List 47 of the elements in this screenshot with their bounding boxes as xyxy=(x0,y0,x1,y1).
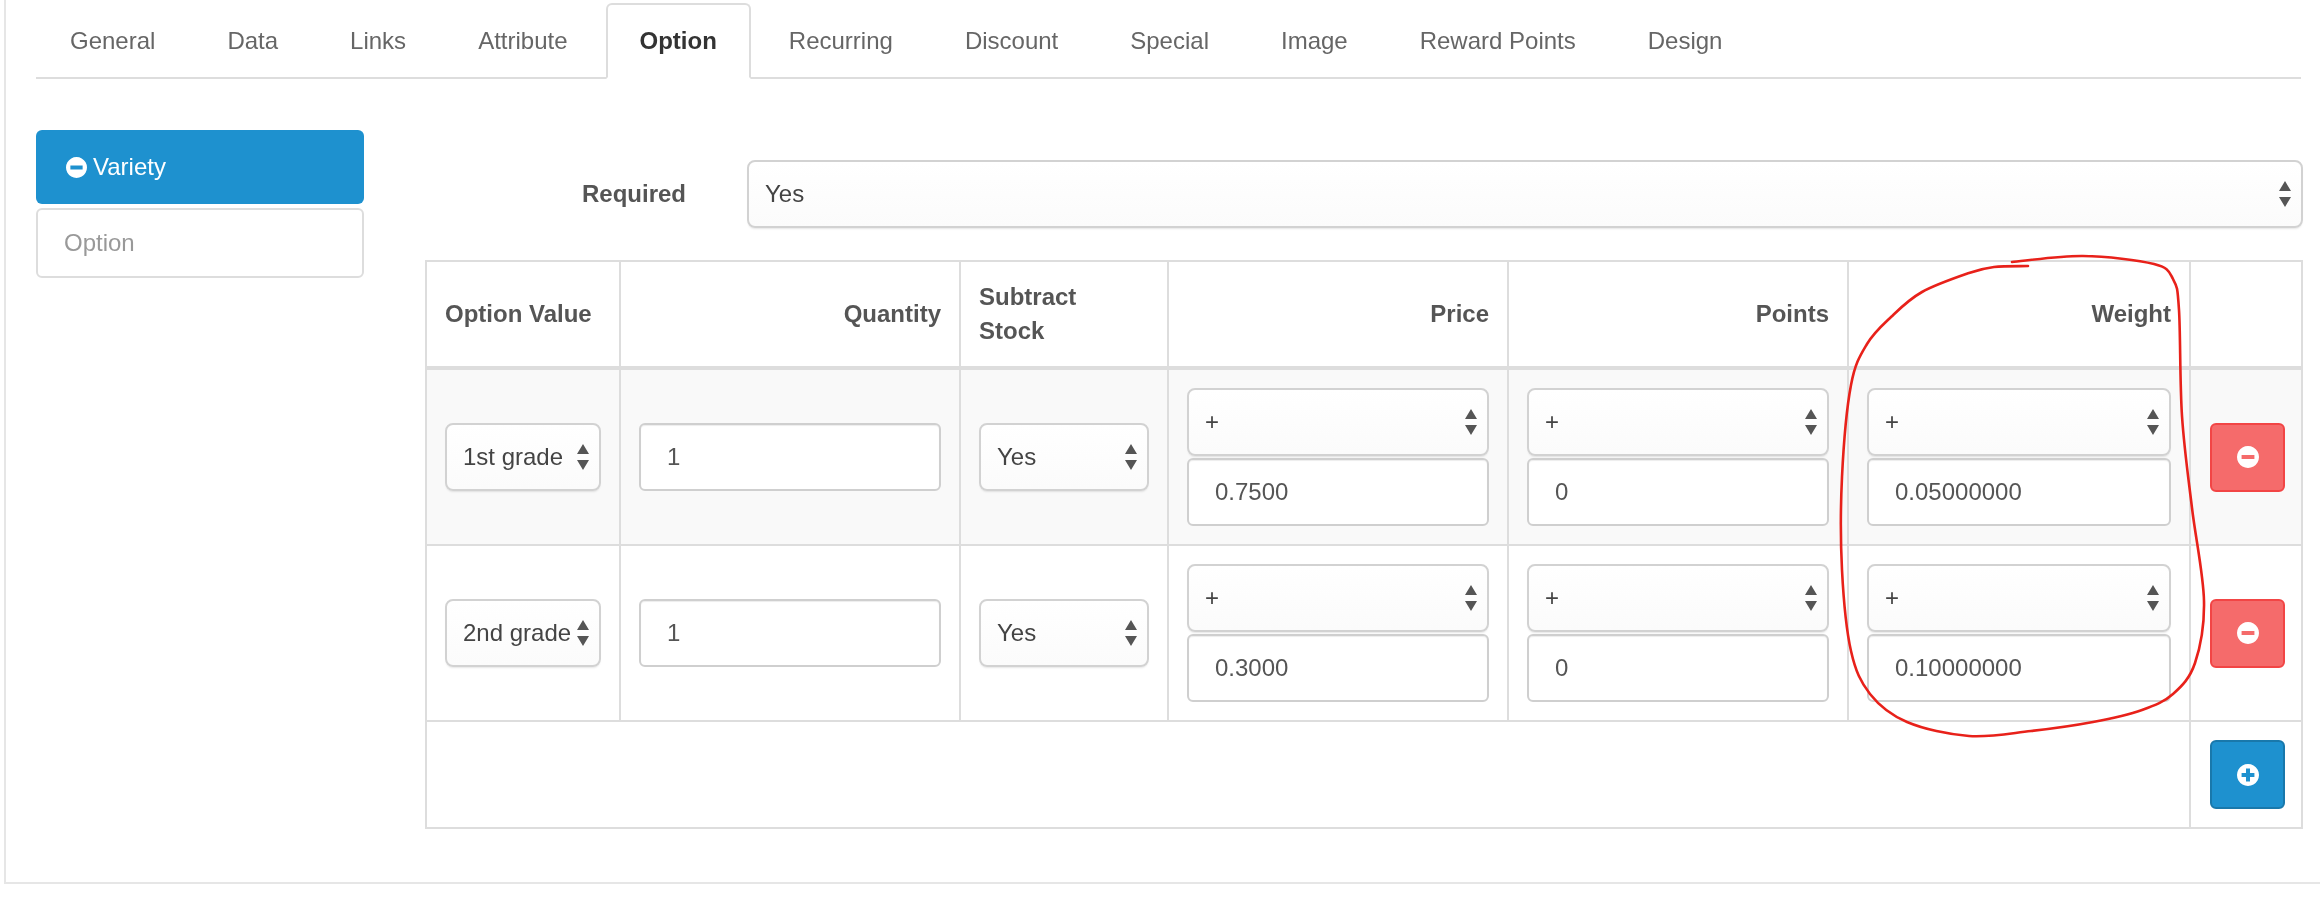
up-down-arrows-icon xyxy=(2147,585,2159,611)
input-field[interactable]: 0.05000000 xyxy=(1867,458,2171,526)
remove-button[interactable] xyxy=(2210,422,2285,492)
option-search-field[interactable]: Option xyxy=(36,208,364,278)
input-field[interactable]: 1 xyxy=(639,599,941,667)
dropdown[interactable]: Yes xyxy=(747,160,2303,228)
up-down-arrows-icon xyxy=(1125,620,1137,646)
input-field[interactable]: 0.3000 xyxy=(1187,634,1489,702)
tab[interactable]: Data xyxy=(193,3,313,79)
tab[interactable]: Links xyxy=(316,3,441,79)
tab[interactable]: Attribute xyxy=(444,3,602,79)
input-field[interactable]: 0.7500 xyxy=(1187,458,1489,526)
input-field[interactable]: 0 xyxy=(1527,458,1829,526)
tab[interactable]: Special xyxy=(1096,3,1243,79)
up-down-arrows-icon xyxy=(1805,585,1817,611)
tab[interactable]: General xyxy=(36,3,190,79)
add-button[interactable] xyxy=(2210,740,2285,809)
dropdown[interactable]: + xyxy=(1867,388,2171,456)
dropdown[interactable]: Yes xyxy=(979,599,1149,667)
option-tab[interactable]: Variety xyxy=(36,130,364,204)
dropdown[interactable]: + xyxy=(1187,388,1489,456)
input-field[interactable]: 1 xyxy=(639,423,941,491)
dropdown[interactable]: Yes xyxy=(979,423,1149,491)
remove-button[interactable] xyxy=(2210,598,2285,668)
input-field[interactable]: 0 xyxy=(1527,634,1829,702)
tab[interactable]: Reward Points xyxy=(1385,3,1610,79)
up-down-arrows-icon xyxy=(577,444,589,470)
dropdown[interactable]: + xyxy=(1527,564,1829,632)
dropdown[interactable]: + xyxy=(1527,388,1829,456)
field-label: Required xyxy=(581,180,686,208)
up-down-arrows-icon xyxy=(1805,409,1817,435)
tab[interactable]: Discount xyxy=(930,3,1093,79)
up-down-arrows-icon xyxy=(1465,585,1477,611)
up-down-arrows-icon xyxy=(577,620,589,646)
dropdown[interactable]: + xyxy=(1867,564,2171,632)
dropdown[interactable]: 1st grade xyxy=(445,423,601,491)
up-down-arrows-icon xyxy=(1125,444,1137,470)
dropdown[interactable]: 2nd grade xyxy=(445,599,601,667)
tab[interactable]: Option xyxy=(605,3,751,79)
dropdown[interactable]: + xyxy=(1187,564,1489,632)
tab[interactable]: Design xyxy=(1613,3,1757,79)
tab[interactable]: Recurring xyxy=(754,3,927,79)
up-down-arrows-icon xyxy=(2279,181,2291,207)
up-down-arrows-icon xyxy=(2147,409,2159,435)
input-field[interactable]: 0.10000000 xyxy=(1867,634,2171,702)
tab[interactable]: Image xyxy=(1246,3,1382,79)
up-down-arrows-icon xyxy=(1465,409,1477,435)
